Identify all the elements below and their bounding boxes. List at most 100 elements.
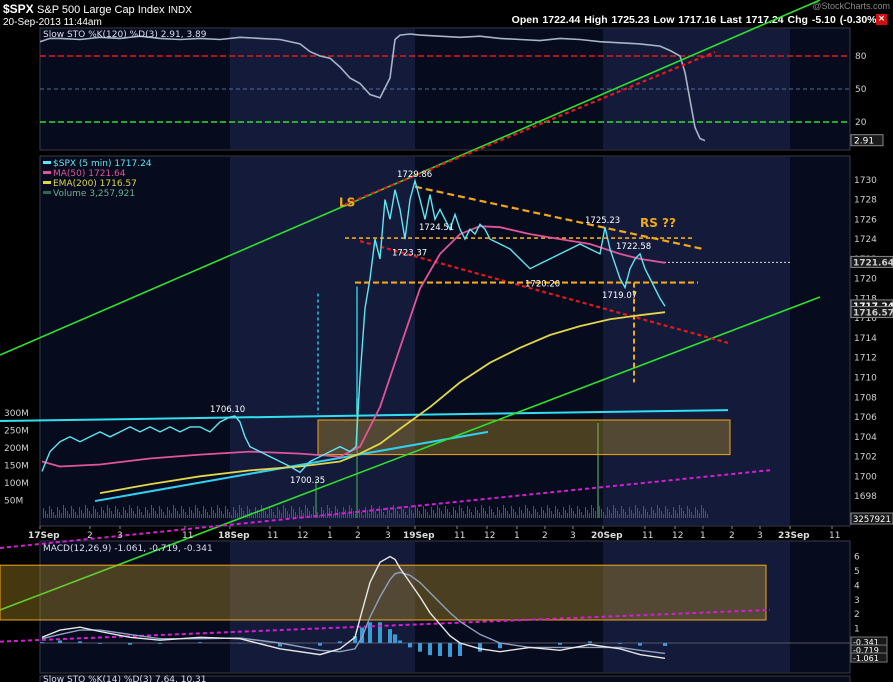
macd-tick-label: 1	[854, 625, 860, 635]
volume-bar	[635, 505, 636, 518]
volume-bar	[261, 505, 262, 518]
volume-last-label: 3257921	[853, 515, 891, 525]
volume-bar	[193, 513, 194, 518]
volume-bar	[491, 509, 492, 518]
volume-bar	[519, 507, 520, 518]
volume-bar	[223, 514, 224, 518]
volume-bar	[91, 514, 92, 518]
volume-bar	[107, 505, 108, 518]
volume-bar	[621, 506, 622, 518]
chart-window: $SPX S&P 500 Large Cap Index INDX 20-Sep…	[0, 0, 893, 682]
volume-bar	[699, 513, 700, 518]
volume-bar	[567, 513, 568, 518]
volume-bar	[457, 513, 458, 518]
price-tick-label: 1724	[854, 235, 877, 245]
volume-bar	[631, 510, 632, 518]
volume-bar	[167, 507, 168, 518]
macd-hist-bar	[158, 643, 162, 644]
volume-bar	[299, 507, 300, 518]
volume-bar	[67, 511, 68, 518]
volume-bar	[219, 508, 220, 518]
volume-bar	[45, 511, 46, 518]
volume-bar	[527, 508, 528, 518]
volume-bar	[377, 514, 378, 518]
macd-hist-bar	[78, 641, 82, 644]
volume-bar	[77, 515, 78, 518]
volume-bar	[113, 514, 114, 518]
volume-bar	[555, 506, 556, 518]
pattern-label: RS ??	[640, 216, 676, 230]
chart-canvas: 20 50 80 2.91 Slow STO %K(120) %D(3) 2.91, 3…	[0, 0, 893, 682]
volume-bar	[409, 507, 410, 518]
volume-bar	[305, 505, 306, 518]
volume-bar	[425, 509, 426, 518]
volume-bar	[703, 508, 704, 518]
volume-bar	[697, 510, 698, 518]
volume-bar	[595, 511, 596, 518]
price-tick-label: 1712	[854, 354, 877, 364]
volume-bar	[61, 513, 62, 518]
volume-bar	[469, 509, 470, 518]
volume-bar	[651, 507, 652, 518]
volume-bar	[579, 509, 580, 518]
volume-bar	[407, 515, 408, 518]
volume-bar	[145, 507, 146, 518]
volume-bar	[169, 510, 170, 518]
macd-hist-bar	[448, 643, 452, 657]
x-tick-label: 3	[757, 531, 763, 541]
volume-bar	[641, 514, 642, 518]
volume-bar	[291, 506, 292, 518]
volume-bar	[101, 507, 102, 518]
price-legend: $SPX (5 min) 1717.24	[53, 159, 152, 169]
volume-bar	[431, 507, 432, 518]
volume-tick-label: 50M	[4, 497, 23, 507]
volume-bar	[531, 514, 532, 518]
macd-hist-bar	[618, 643, 622, 644]
volume-bar	[451, 515, 452, 518]
price-tick-label: 1700	[854, 472, 877, 482]
volume-bar	[273, 512, 274, 518]
volume-bar	[353, 511, 354, 518]
x-tick-label: 11	[642, 531, 653, 541]
price-last-label: 1721.64	[853, 258, 893, 268]
volume-bar	[515, 512, 516, 518]
volume-bar	[381, 509, 382, 518]
volume-bar	[387, 507, 388, 518]
volume-bar	[499, 510, 500, 518]
volume-bar	[565, 510, 566, 518]
volume-bar	[179, 514, 180, 518]
price-tick-label: 1704	[854, 433, 877, 443]
volume-bar	[541, 507, 542, 518]
macd-hist-bar	[388, 629, 392, 644]
volume-bar	[465, 514, 466, 518]
volume-bar	[481, 505, 482, 518]
macd-hist-bar	[318, 643, 322, 646]
volume-bar	[461, 508, 462, 518]
volume-bar	[599, 506, 600, 518]
volume-bar	[231, 515, 232, 518]
volume-bar	[479, 513, 480, 518]
volume-bar	[333, 514, 334, 518]
volume-bar	[205, 509, 206, 518]
volume-bar	[441, 511, 442, 518]
volume-bar	[707, 514, 708, 518]
volume-bar	[511, 506, 512, 518]
volume-bar	[383, 512, 384, 518]
volume-bar	[365, 507, 366, 518]
volume-tick-label: 100M	[4, 479, 29, 489]
volume-bar	[43, 508, 44, 518]
volume-bar	[413, 513, 414, 518]
volume-bar	[587, 510, 588, 518]
volume-bar	[183, 509, 184, 518]
volume-bar	[619, 514, 620, 518]
volume-bar	[573, 511, 574, 518]
volume-bar	[559, 512, 560, 518]
volume-bar	[75, 512, 76, 518]
macd-tick-label: 4	[854, 581, 860, 591]
x-tick-label: 18Sep	[218, 531, 250, 541]
macd-tick-label: 5	[854, 567, 860, 577]
x-tick-label: 11	[182, 531, 193, 541]
volume-bar	[603, 512, 604, 518]
volume-bar	[311, 514, 312, 518]
volume-bar	[529, 511, 530, 518]
